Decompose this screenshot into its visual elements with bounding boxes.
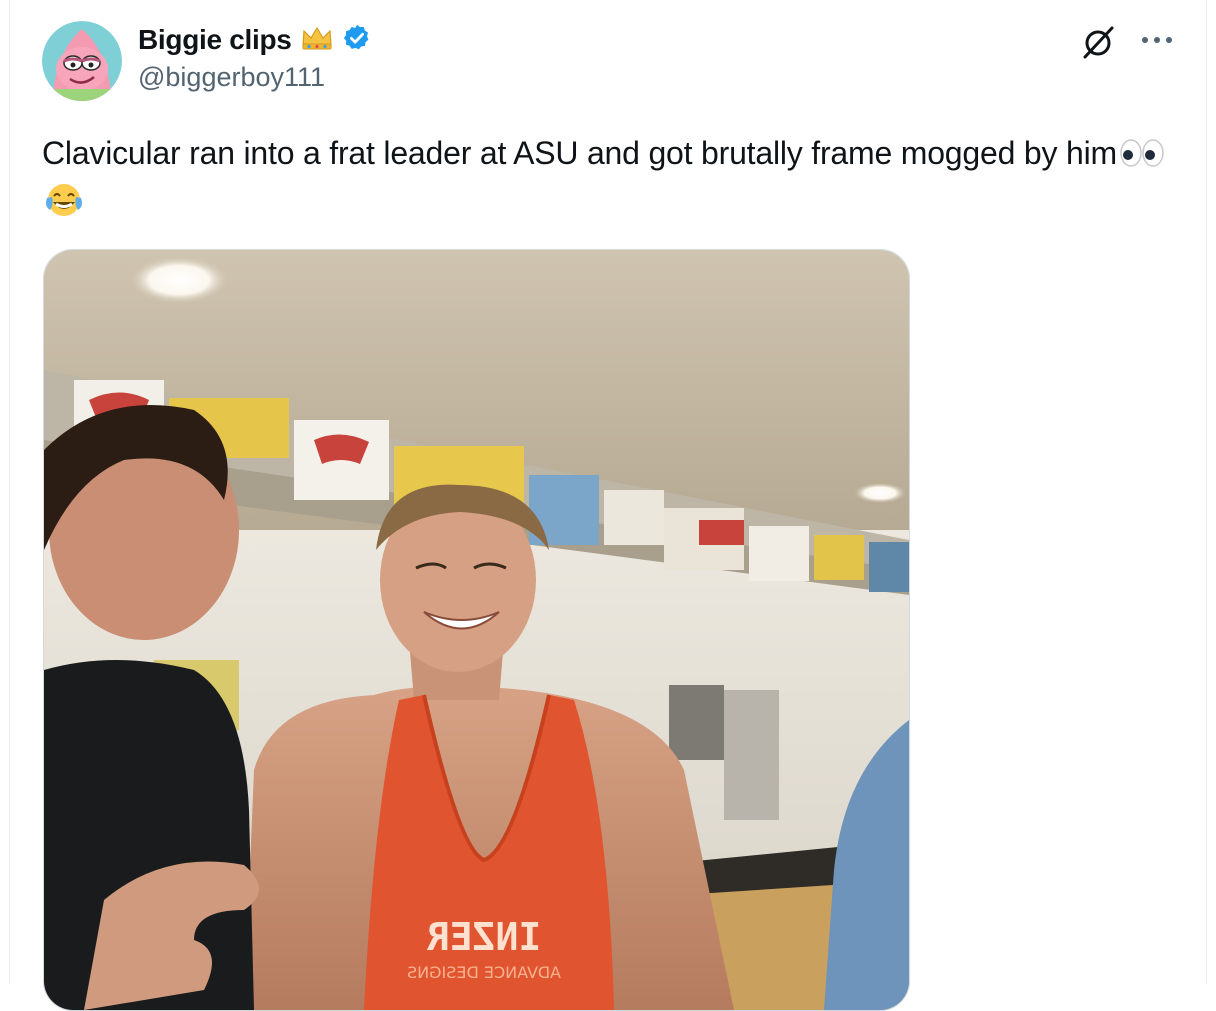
crown-icon — [300, 25, 334, 56]
shirt-subprint: ADVANCE DESIGNS — [407, 963, 561, 982]
verified-badge-icon[interactable] — [342, 23, 372, 58]
grok-button[interactable] — [1078, 22, 1118, 62]
more-icon — [1142, 37, 1172, 43]
avatar-image — [42, 21, 122, 101]
grok-icon — [1083, 26, 1114, 59]
eyes-emoji — [1119, 134, 1165, 180]
author-name-row: Biggie clips — [138, 22, 372, 58]
tweet-media[interactable]: INZER ADVANCE DESIGNS — [43, 249, 910, 1011]
tweet-text: Clavicular ran into a frat leader at ASU… — [42, 130, 1192, 230]
avatar[interactable] — [42, 21, 122, 101]
tears-of-joy-emoji — [44, 182, 84, 230]
more-button[interactable] — [1135, 20, 1179, 60]
tweet-text-body: Clavicular ran into a frat leader at ASU… — [42, 135, 1117, 171]
shirt-print: INZER — [427, 915, 542, 959]
media-image: INZER ADVANCE DESIGNS — [44, 250, 909, 1010]
author-display-name[interactable]: Biggie clips — [138, 24, 292, 56]
author-handle[interactable]: @biggerboy111 — [138, 62, 325, 93]
